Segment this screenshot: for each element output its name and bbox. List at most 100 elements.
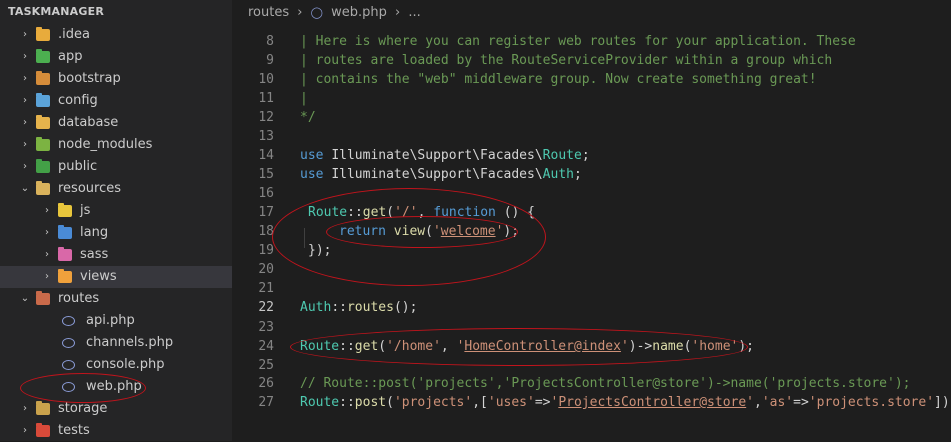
code-line-17[interactable]: Route::get('/', function () { xyxy=(308,203,535,223)
php-file-icon xyxy=(62,338,75,348)
line-number: 20 xyxy=(258,262,274,277)
tree-item-public[interactable]: › public xyxy=(0,156,232,178)
code-line-8[interactable]: | Here is where you can register web rou… xyxy=(300,32,856,52)
code-line-15[interactable]: use Illuminate\Support\Facades\Auth; xyxy=(300,165,582,185)
breadcrumb-more[interactable]: ... xyxy=(408,0,420,26)
code-line-11[interactable]: | xyxy=(300,89,308,109)
breadcrumb-separator: › xyxy=(297,5,303,20)
folder-icon xyxy=(36,93,50,107)
tree-item-label: public xyxy=(58,159,98,174)
line-number: 11 xyxy=(258,91,274,106)
chevron-right-icon[interactable]: › xyxy=(20,420,30,442)
chevron-right-icon[interactable]: › xyxy=(42,244,52,266)
explorer-title: TASKMANAGER xyxy=(8,5,105,18)
code-editor[interactable]: routes › ◯ web.php › ... 8 9 10 11 12 13 14 15 1… xyxy=(232,0,951,441)
tree-item-label: views xyxy=(80,269,117,284)
tree-item-routes[interactable]: ⌄ routes xyxy=(0,288,232,310)
tree-item-label: channels.php xyxy=(86,335,174,350)
folder-icon xyxy=(36,71,50,85)
tree-item-channels-php[interactable]: channels.php xyxy=(0,332,232,354)
code-line-12[interactable]: */ xyxy=(300,108,316,128)
breadcrumb-folder[interactable]: routes xyxy=(248,0,289,26)
php-file-icon: ◯ xyxy=(310,6,323,19)
tree-item-views[interactable]: › views xyxy=(0,266,232,288)
folder-open-icon xyxy=(36,291,50,305)
folder-icon xyxy=(58,247,72,261)
tree-item-label: bootstrap xyxy=(58,71,121,86)
tree-item-label: .idea xyxy=(58,27,90,42)
tree-item-database[interactable]: › database xyxy=(0,112,232,134)
chevron-right-icon[interactable]: › xyxy=(20,156,30,178)
folder-icon xyxy=(58,269,72,283)
tree-item-label: node_modules xyxy=(58,137,153,152)
tree-item-label: lang xyxy=(80,225,109,240)
explorer-sidebar: TASKMANAGER › .idea › app › bootstrap › config ›… xyxy=(0,0,232,441)
tree-item-node-modules[interactable]: › node_modules xyxy=(0,134,232,156)
tree-item-api-php[interactable]: api.php xyxy=(0,310,232,332)
line-number: 26 xyxy=(258,376,274,391)
breadcrumb-file[interactable]: web.php xyxy=(331,0,387,26)
code-line-24[interactable]: Route::get('/home', 'HomeController@inde… xyxy=(300,337,754,357)
line-number: 12 xyxy=(258,110,274,125)
code-line-22[interactable]: Auth::routes(); xyxy=(300,298,417,318)
line-number: 19 xyxy=(258,243,274,258)
code-line-26[interactable]: // Route::post('projects','ProjectsContr… xyxy=(300,374,910,394)
chevron-right-icon[interactable]: › xyxy=(20,90,30,112)
tree-item-label: api.php xyxy=(86,313,135,328)
tree-item-label: database xyxy=(58,115,119,130)
chevron-down-icon[interactable]: ⌄ xyxy=(20,288,30,310)
chevron-right-icon[interactable]: › xyxy=(42,266,52,288)
code-line-18[interactable]: return view('welcome'); xyxy=(339,222,519,242)
chevron-right-icon[interactable]: › xyxy=(20,398,30,420)
tree-item-sass[interactable]: › sass xyxy=(0,244,232,266)
folder-icon xyxy=(36,27,50,41)
folder-icon xyxy=(36,401,50,415)
line-number: 27 xyxy=(258,395,274,410)
chevron-right-icon[interactable]: › xyxy=(20,134,30,156)
line-number: 9 xyxy=(266,53,274,68)
chevron-right-icon[interactable]: › xyxy=(20,24,30,46)
breadcrumb: routes › ◯ web.php › ... xyxy=(248,0,421,26)
line-number: 22 xyxy=(258,300,274,315)
code-line-19[interactable]: }); xyxy=(308,241,331,261)
tree-item-console-php[interactable]: console.php xyxy=(0,354,232,376)
tree-item-label: routes xyxy=(58,291,100,306)
folder-icon xyxy=(36,423,50,437)
tree-item-web-php[interactable]: web.php xyxy=(0,376,232,398)
chevron-right-icon[interactable]: › xyxy=(20,68,30,90)
tree-item-app[interactable]: › app xyxy=(0,46,232,68)
tree-item-js[interactable]: › js xyxy=(0,200,232,222)
folder-icon xyxy=(36,49,50,63)
tree-item-bootstrap[interactable]: › bootstrap xyxy=(0,68,232,90)
line-number: 13 xyxy=(258,129,274,144)
tree-item-config[interactable]: › config xyxy=(0,90,232,112)
line-number: 18 xyxy=(258,224,274,239)
folder-icon xyxy=(36,115,50,129)
tree-item-resources[interactable]: ⌄ resources xyxy=(0,178,232,200)
tree-item-idea[interactable]: › .idea xyxy=(0,24,232,46)
breadcrumb-separator: › xyxy=(394,5,401,20)
folder-icon xyxy=(36,137,50,151)
line-number: 16 xyxy=(258,186,274,201)
code-line-10[interactable]: | contains the "web" middleware group. N… xyxy=(300,70,817,90)
code-line-14[interactable]: use Illuminate\Support\Facades\Route; xyxy=(300,146,590,166)
tree-item-label: storage xyxy=(58,401,108,416)
line-number: 21 xyxy=(258,281,274,296)
code-line-9[interactable]: | routes are loaded by the RouteServiceP… xyxy=(300,51,832,71)
chevron-right-icon[interactable]: › xyxy=(20,46,30,68)
chevron-down-icon[interactable]: ⌄ xyxy=(20,178,30,200)
line-number: 10 xyxy=(258,72,274,87)
line-number: 23 xyxy=(258,320,274,335)
tree-item-label: js xyxy=(80,203,91,218)
chevron-right-icon[interactable]: › xyxy=(20,112,30,134)
tree-item-label: app xyxy=(58,49,83,64)
folder-open-icon xyxy=(36,181,50,195)
tree-item-lang[interactable]: › lang xyxy=(0,222,232,244)
php-file-icon xyxy=(62,360,75,370)
code-line-27[interactable]: Route::post('projects',['uses'=>'Project… xyxy=(300,393,951,413)
tree-item-tests[interactable]: › tests xyxy=(0,420,232,442)
tree-item-storage[interactable]: › storage xyxy=(0,398,232,420)
chevron-right-icon[interactable]: › xyxy=(42,200,52,222)
chevron-right-icon[interactable]: › xyxy=(42,222,52,244)
line-number: 8 xyxy=(266,34,274,49)
